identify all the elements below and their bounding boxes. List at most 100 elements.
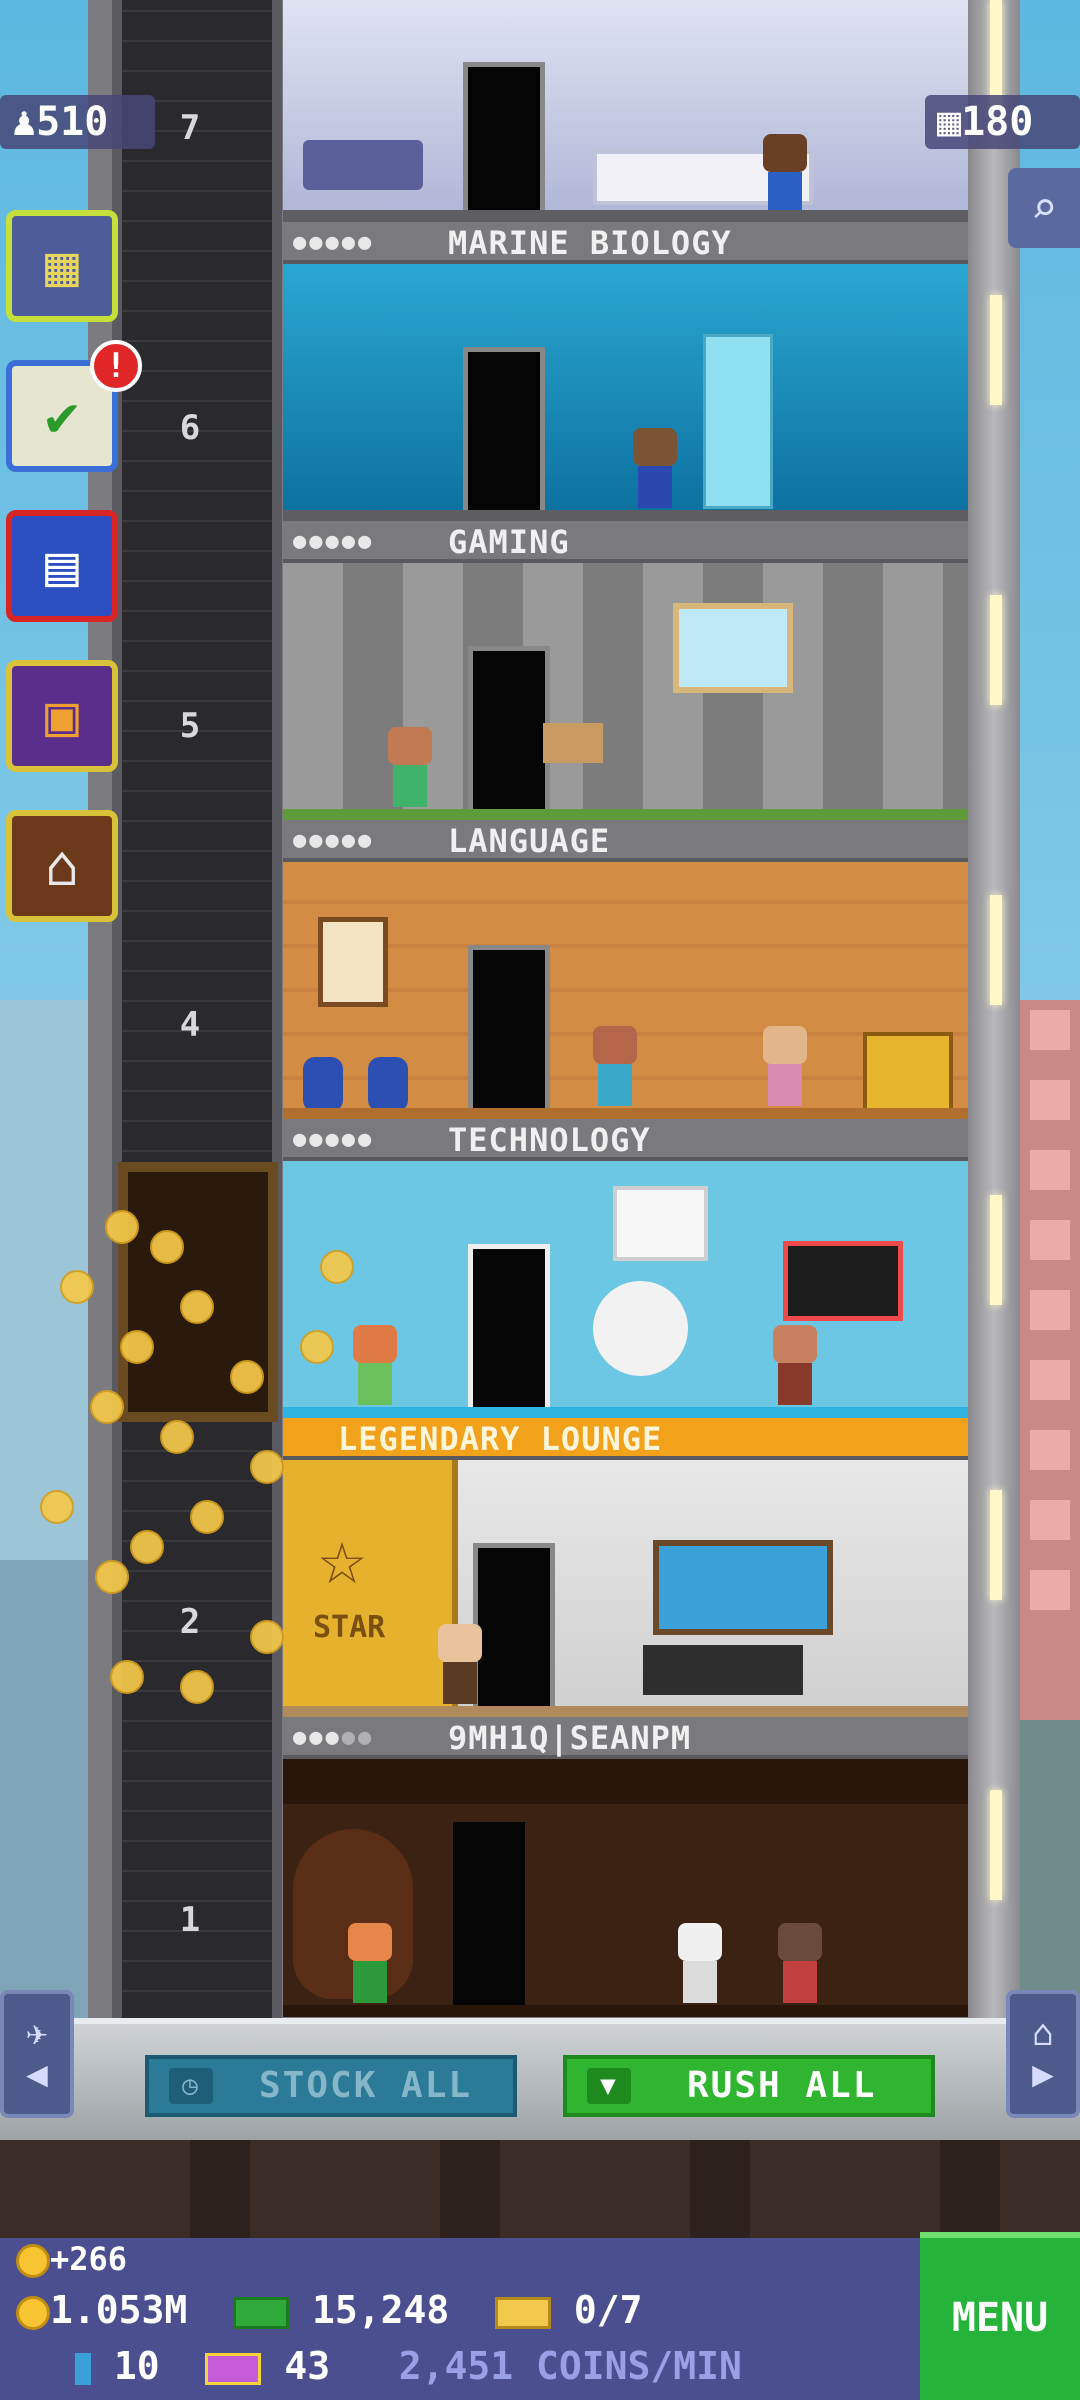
coin-particle: [180, 1670, 214, 1704]
bitizen[interactable]: [773, 1325, 817, 1405]
floor-label: ●●●●● MARINE BIOLOGY: [283, 222, 968, 264]
shop-button[interactable]: ⌂: [6, 810, 118, 922]
coin-particle: [250, 1450, 284, 1484]
calendar-button[interactable]: ▤: [6, 510, 118, 622]
bitizen[interactable]: [438, 1624, 482, 1704]
stock-all-button[interactable]: ◷ STOCK ALL: [145, 2055, 517, 2117]
room-door: [468, 646, 550, 811]
star-icon: ☆: [318, 1510, 367, 1603]
chocolate-drip: [283, 1759, 968, 1804]
coin-particle: [90, 1390, 124, 1424]
floor-6-marine-biology[interactable]: ●●●●● MARINE BIOLOGY: [283, 222, 968, 522]
floor-7-residential[interactable]: [283, 0, 968, 222]
vase-prop: [368, 1057, 408, 1112]
star-booth: ☆ STAR: [283, 1460, 458, 1718]
bitizen[interactable]: [388, 727, 432, 807]
coin-icon: [16, 2244, 50, 2278]
arrow-left-icon: ◀: [26, 2054, 48, 2095]
rush-icon: ▼: [587, 2068, 631, 2104]
floor-room: [283, 0, 968, 222]
floor-room: [283, 563, 968, 821]
floor-room: [283, 862, 968, 1120]
shaft-rail-right: [272, 0, 282, 2020]
room-door: [448, 1817, 530, 2007]
coin-particle: [150, 1230, 184, 1264]
coin-particle: [130, 1530, 164, 1564]
floor-label: ●●●●● GAMING: [283, 521, 968, 563]
build-floor-button[interactable]: ▦: [6, 210, 118, 322]
floor-3-technology[interactable]: ●●●●● TECHNOLOGY: [283, 1119, 968, 1419]
rush-all-button[interactable]: ▼ RUSH ALL: [563, 2055, 935, 2117]
coins-per-min: 2,451 COINS/MIN: [398, 2344, 742, 2388]
pillar-light: [990, 0, 1002, 110]
floor-number: 5: [179, 706, 201, 746]
bitizen[interactable]: [763, 1026, 807, 1106]
currency-row: 1.053M 15,248 0/7: [16, 2288, 643, 2332]
pillar-light: [990, 1490, 1002, 1600]
floor-4-language[interactable]: ●●●●● LANGUAGE: [283, 820, 968, 1120]
gift-button[interactable]: ▣: [6, 660, 118, 772]
missions-alert-badge: !: [90, 340, 142, 392]
elevator-travel-left-button[interactable]: ✈ ◀: [0, 1990, 74, 2118]
pillar-light: [990, 1790, 1002, 1900]
elevator-home-right-button[interactable]: ⌂ ▶: [1006, 1990, 1080, 2118]
menu-button[interactable]: MENU: [920, 2232, 1080, 2400]
bitizen[interactable]: [778, 1923, 822, 2003]
tv-screen-prop: [783, 1241, 903, 1321]
room-door: [463, 347, 545, 512]
building-icon: ▦: [45, 233, 79, 299]
window-furniture: [613, 1186, 708, 1261]
city-building-right-lower: [1018, 1720, 1080, 2020]
bitizen[interactable]: [763, 134, 807, 214]
floors-counter[interactable]: ▦180: [925, 95, 1080, 149]
floor-1-chocolate[interactable]: ●●●●● 9MH1Q|SEANPM: [283, 1717, 968, 2017]
floor-5-gaming[interactable]: ●●●●● GAMING: [283, 521, 968, 821]
arrow-right-icon: ▶: [1032, 2054, 1054, 2095]
fridge-furniture: [703, 334, 773, 509]
bux-small-count: 10: [113, 2344, 160, 2388]
home-right-icon: ⌂: [1032, 2013, 1054, 2054]
floor-label: ●●●●● LANGUAGE: [283, 820, 968, 862]
secondary-row: 10 43 2,451 COINS/MIN: [75, 2344, 742, 2388]
coin-particle: [300, 1330, 334, 1364]
room-door: [473, 1543, 555, 1708]
city-building-left-lower: [0, 1560, 95, 2030]
mission-check-icon: ✔: [45, 383, 79, 449]
pillar-light: [990, 895, 1002, 1005]
basement: [0, 2140, 1080, 2240]
bed-furniture: [303, 140, 423, 190]
bitizen[interactable]: [593, 1026, 637, 1106]
floor-number: 2: [179, 1602, 201, 1642]
ticket-icon: [494, 2296, 551, 2329]
search-button[interactable]: ⌕: [1008, 168, 1080, 248]
pillar-light: [990, 1195, 1002, 1305]
aquarium-furniture: [653, 1540, 833, 1635]
floor-label: ●●●●● TECHNOLOGY: [283, 1119, 968, 1161]
golden-ticket-count: 0/7: [573, 2288, 643, 2332]
bitizen[interactable]: [678, 1923, 722, 2003]
population-counter[interactable]: ♟510: [0, 95, 155, 149]
treasure-prop: [863, 1032, 953, 1112]
coin-particle: [160, 1420, 194, 1454]
floor-number: 7: [179, 108, 201, 148]
coin-particle: [60, 1270, 94, 1304]
bitizen[interactable]: [353, 1325, 397, 1405]
coin-particle: [95, 1560, 129, 1594]
floor-room: [283, 1759, 968, 2017]
floor-room: [283, 1161, 968, 1419]
floor-2-legendary-lounge[interactable]: LEGENDARY LOUNGE ☆ STAR: [283, 1418, 968, 1718]
vase-prop: [303, 1057, 343, 1112]
bitizen[interactable]: [633, 428, 677, 508]
shop-stall-icon: ⌂: [45, 833, 79, 899]
coin-total: 1.053M: [50, 2288, 188, 2332]
coin-particle: [230, 1360, 264, 1394]
room-door: [468, 945, 550, 1110]
painting-prop: [318, 917, 388, 1007]
tower-bux-total: 15,248: [311, 2288, 450, 2332]
sofa-furniture: [643, 1645, 803, 1695]
pillar-light: [990, 295, 1002, 405]
coin-particle: [320, 1250, 354, 1284]
bitizen-leprechaun[interactable]: [348, 1923, 392, 2003]
egg-chair-furniture: [593, 1281, 688, 1376]
coin-gain-row: +266: [16, 2240, 127, 2278]
